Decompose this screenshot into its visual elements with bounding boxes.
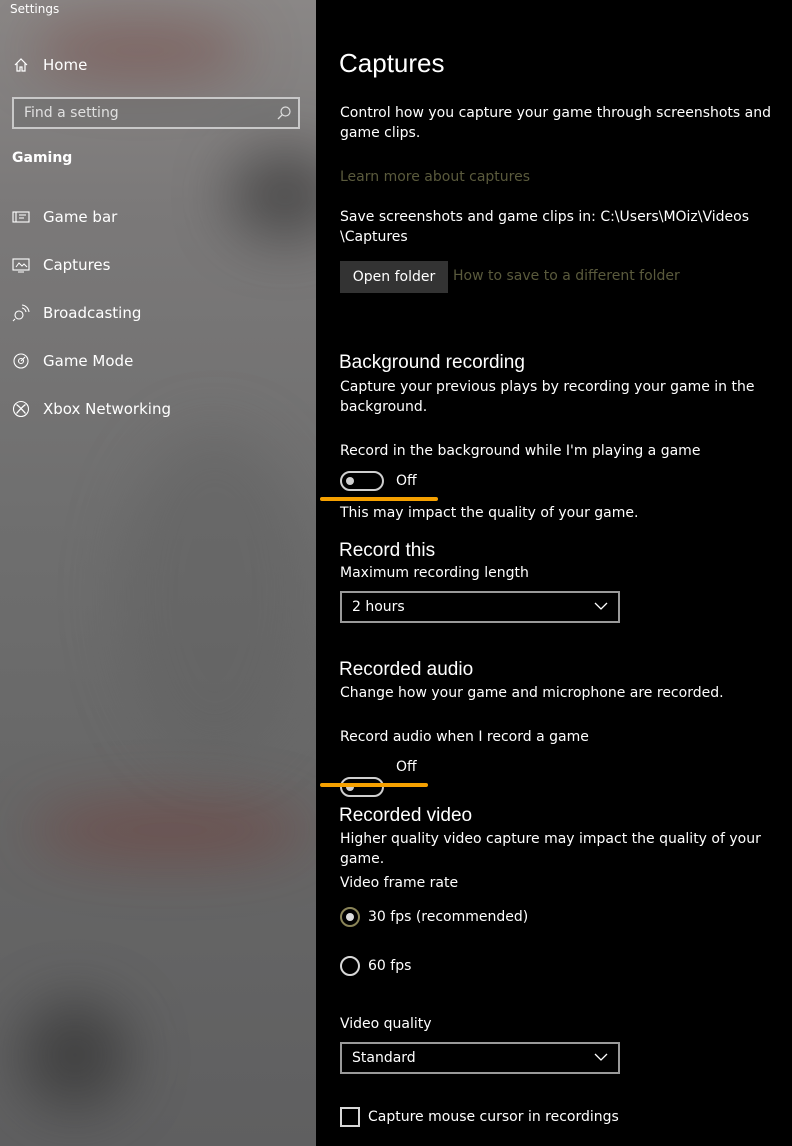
background-blur <box>30 800 310 860</box>
search-input[interactable] <box>14 99 264 127</box>
save-path-line1: Save screenshots and game clips in: C:\U… <box>340 209 750 225</box>
sidebar-item-game-bar[interactable]: Game bar <box>0 206 117 228</box>
audio-toggle-label: Record audio when I record a game <box>340 729 589 745</box>
video-quality-label: Video quality <box>340 1016 432 1032</box>
section-heading: Gaming <box>12 150 73 166</box>
radio-dot <box>346 913 354 921</box>
sidebar-item-label: Game bar <box>43 208 118 226</box>
sidebar-item-broadcasting[interactable]: Broadcasting <box>0 302 141 324</box>
sidebar-item-game-mode[interactable]: Game Mode <box>0 350 133 372</box>
background-desc-line2: background. <box>340 399 428 415</box>
save-path-line2: \Captures <box>340 229 408 245</box>
background-note: This may impact the quality of your game… <box>340 505 639 521</box>
fps-30-option[interactable]: 30 fps (recommended) <box>340 907 528 927</box>
game-bar-icon <box>10 206 32 228</box>
background-desc-line1: Capture your previous plays by recording… <box>340 379 755 395</box>
home-icon <box>10 54 32 76</box>
home-label: Home <box>43 56 88 74</box>
open-folder-button[interactable]: Open folder <box>340 261 448 293</box>
learn-more-link[interactable]: Learn more about captures <box>340 169 530 185</box>
highlight-underline <box>320 497 438 501</box>
capture-cursor-label: Capture mouse cursor in recordings <box>368 1109 619 1125</box>
frame-rate-label: Video frame rate <box>340 875 459 891</box>
max-length-value: 2 hours <box>352 599 405 615</box>
background-blur <box>230 150 316 240</box>
captures-icon <box>10 254 32 276</box>
intro-text-line2: game clips. <box>340 125 421 141</box>
sidebar-item-xbox-networking[interactable]: Xbox Networking <box>0 398 171 420</box>
video-quality-value: Standard <box>352 1050 416 1066</box>
how-to-save-link[interactable]: How to save to a different folder <box>453 268 680 284</box>
recorded-audio-heading: Recorded audio <box>339 659 474 680</box>
sidebar-item-label: Xbox Networking <box>43 400 171 418</box>
sidebar-item-label: Broadcasting <box>43 304 142 322</box>
video-desc: Higher quality video capture may impact … <box>340 831 761 867</box>
toggle-knob <box>346 477 354 485</box>
fps-60-option[interactable]: 60 fps <box>340 956 411 976</box>
background-recording-toggle[interactable] <box>340 471 384 491</box>
recorded-video-heading: Recorded video <box>339 805 473 826</box>
main-content: Captures Control how you capture your ga… <box>316 0 792 1146</box>
capture-cursor-option[interactable]: Capture mouse cursor in recordings <box>340 1107 619 1127</box>
background-toggle-label: Record in the background while I'm playi… <box>340 443 701 459</box>
game-mode-icon <box>10 350 32 372</box>
sidebar-item-captures[interactable]: Captures <box>0 254 110 276</box>
sidebar-item-label: Captures <box>43 256 111 274</box>
record-audio-toggle[interactable] <box>340 777 384 797</box>
max-length-dropdown[interactable]: 2 hours <box>340 591 620 623</box>
max-length-label: Maximum recording length <box>340 565 529 581</box>
xbox-icon <box>10 398 32 420</box>
sidebar-item-label: Game Mode <box>43 352 134 370</box>
fps-option-label: 30 fps (recommended) <box>368 909 529 925</box>
highlight-underline <box>320 783 428 787</box>
fps-option-label: 60 fps <box>368 958 412 974</box>
radio-button[interactable] <box>340 907 360 927</box>
broadcasting-icon <box>10 302 32 324</box>
sidebar: Settings Home Gaming Game bar Captures B… <box>0 0 316 1146</box>
background-blur <box>20 1000 130 1110</box>
background-toggle-state: Off <box>396 473 417 489</box>
audio-toggle-state: Off <box>396 759 417 775</box>
radio-button[interactable] <box>340 956 360 976</box>
record-this-heading: Record this <box>339 540 436 561</box>
intro-text-line1: Control how you capture your game throug… <box>340 105 772 121</box>
window-title: Settings <box>10 2 60 16</box>
search-box[interactable] <box>12 97 300 129</box>
checkbox[interactable] <box>340 1107 360 1127</box>
page-title: Captures <box>339 48 445 78</box>
chevron-down-icon <box>594 599 608 615</box>
search-icon[interactable] <box>276 105 292 121</box>
background-recording-heading: Background recording <box>339 352 525 373</box>
audio-desc: Change how your game and microphone are … <box>340 685 724 701</box>
video-quality-dropdown[interactable]: Standard <box>340 1042 620 1074</box>
chevron-down-icon <box>594 1050 608 1066</box>
home-nav-item[interactable]: Home <box>0 54 87 76</box>
background-blur <box>120 430 310 760</box>
